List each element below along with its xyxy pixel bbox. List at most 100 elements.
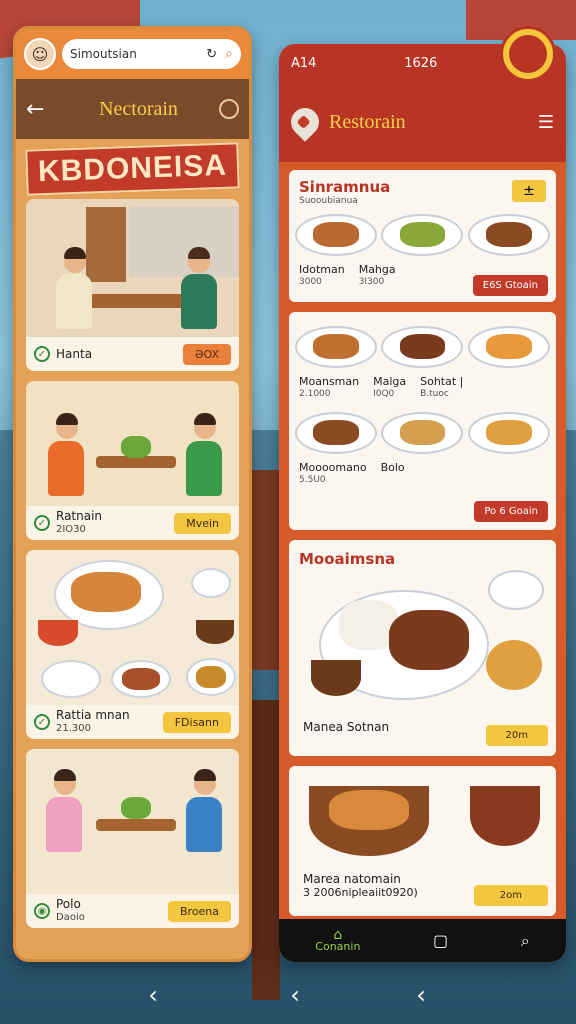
nav-search-icon[interactable]: ⌕	[521, 931, 530, 951]
check-icon: ✓	[34, 515, 50, 531]
bottom-nav: ⌂ Conanin ▢ ⌕	[279, 919, 566, 962]
section-action-button[interactable]: 2om	[473, 885, 548, 906]
status-time: 1626	[404, 55, 438, 71]
food-icon	[329, 790, 409, 830]
right-phone: A14 1626 ◆ ▌▌ Restorain ☰ Sinramnua Suoo…	[279, 44, 566, 962]
dish-image[interactable]	[467, 408, 550, 458]
status-signal: A14	[291, 55, 317, 71]
background-pier-lower	[252, 700, 280, 1000]
search-input[interactable]: Simoutsian ↻ ⌕	[62, 39, 241, 69]
bowl-icon	[311, 660, 361, 696]
menu-section: Mooaimsna Manea Sotnan 20m	[289, 540, 556, 756]
dish-name: Moansman	[299, 375, 360, 388]
dish-image[interactable]	[470, 786, 540, 846]
restaurant-card[interactable]: ✓ Ratnain 2IO30 Mvein	[26, 381, 239, 540]
card-name: Rattia mnan	[56, 708, 130, 722]
system-back-icon[interactable]: ‹	[138, 980, 168, 1010]
nav-bag-icon[interactable]: ▢	[433, 931, 448, 950]
dish-item[interactable]: Mahga 3I300	[359, 264, 396, 288]
banner-area: KBDONEISA	[16, 139, 249, 199]
card-name: Hanta	[56, 346, 93, 361]
dish-price: B.tuoc	[420, 389, 449, 399]
check-icon: ✓	[34, 714, 50, 730]
dish-price: 2.1000	[299, 389, 331, 399]
dish-item[interactable]: Moooomano 5.5U0	[299, 462, 367, 486]
nav-home[interactable]: ⌂ Conanin	[315, 926, 360, 953]
location-icon: ◉	[34, 903, 50, 919]
search-value: Simoutsian	[70, 47, 137, 61]
dish-item[interactable]: Malga I0Q0	[373, 376, 406, 400]
dish-name: Idotman	[299, 263, 345, 276]
page-title: Restorain	[329, 110, 406, 133]
dish-price: I0Q0	[373, 389, 395, 399]
check-icon: ✓	[34, 346, 50, 362]
dish-image[interactable]	[467, 210, 550, 260]
back-arrow-icon[interactable]: ←	[26, 97, 58, 122]
dish-name: Malga	[373, 375, 407, 388]
restaurant-card[interactable]: ✓ Hanta ƏOX	[26, 199, 239, 371]
dish-image[interactable]	[467, 322, 550, 372]
restaurant-banner: KBDONEISA	[25, 142, 240, 196]
plus-minus-button[interactable]: ±	[512, 180, 546, 202]
dish-name: Bolo	[380, 461, 405, 474]
card-name: Ratnain	[56, 509, 103, 523]
dish-price: 3I300	[358, 277, 385, 287]
card-action-button[interactable]: Broena	[167, 900, 231, 922]
card-price: Daoio	[56, 912, 85, 923]
left-phone: ☺ Simoutsian ↻ ⌕ ← Nectorain KBDONEISA ✓…	[13, 26, 252, 962]
restaurant-image	[26, 749, 239, 894]
menu-section: Moansman 2.1000 Malga I0Q0 Sohtat | B.tuoc …	[289, 312, 556, 530]
restaurant-card[interactable]: ✓ Rattia mnan 21.300 FDisann	[26, 550, 239, 739]
home-icon: ⌂	[333, 926, 343, 943]
section-action-button[interactable]: E6S Gtoain	[472, 275, 548, 296]
dish-price: 5.5U0	[299, 475, 326, 485]
meat-icon	[389, 610, 469, 670]
menu-list: Sinramnua Suooubianua ± Idotman 3000 Mahg…	[279, 162, 566, 919]
dish-name: Mahga	[358, 263, 396, 276]
card-action-button[interactable]: ƏOX	[182, 343, 231, 365]
dish-name: Sohtat |	[420, 375, 464, 388]
dish-item[interactable]: Moansman 2.1000	[299, 376, 359, 400]
food-image	[26, 550, 239, 705]
dish-image[interactable]	[381, 408, 464, 458]
restaurant-logo	[500, 26, 556, 82]
hamburger-menu-icon[interactable]: ☰	[538, 112, 554, 133]
restaurant-image	[26, 199, 239, 337]
card-price: 2IO30	[56, 524, 86, 535]
card-action-button[interactable]: FDisann	[162, 711, 231, 733]
system-back-icon[interactable]: ‹	[280, 980, 310, 1010]
menu-section: Sinramnua Suooubianua ± Idotman 3000 Mahg…	[289, 170, 556, 302]
restaurant-image	[26, 381, 239, 506]
background-pier	[252, 470, 280, 670]
dish-image[interactable]	[381, 322, 464, 372]
dish-image[interactable]	[295, 210, 378, 260]
card-action-button[interactable]: Mvein	[174, 512, 231, 534]
search-icon[interactable]: ⌕	[225, 46, 233, 62]
dish-item[interactable]: Sohtat | B.tuoc	[420, 376, 463, 400]
page-title: Nectorain	[99, 97, 178, 120]
section-action-button[interactable]: 20m	[485, 725, 548, 746]
search-bar: ☺ Simoutsian ↻ ⌕	[16, 29, 249, 79]
dish-price: 3 2006nipleaiit0920)	[303, 886, 418, 899]
clock-icon[interactable]	[219, 99, 239, 119]
dish-image[interactable]	[295, 408, 378, 458]
dish-name: Moooomano	[299, 461, 367, 474]
refresh-icon[interactable]: ↻	[206, 47, 217, 62]
dish-image[interactable]	[295, 322, 378, 372]
dish-item[interactable]: Idotman 3000	[299, 264, 345, 288]
dish-image[interactable]	[381, 210, 464, 260]
avatar[interactable]: ☺	[24, 38, 56, 70]
dish-image[interactable]	[488, 570, 544, 610]
app-header: Restorain ☰	[279, 82, 566, 162]
dish-info: Marea natomain 3 2006nipleaiit0920)	[303, 872, 418, 900]
map-pin-icon[interactable]	[285, 102, 325, 142]
section-title: Mooaimsna	[299, 550, 396, 568]
system-back-icon[interactable]: ‹	[406, 980, 436, 1010]
section-action-button[interactable]: Po 6 Goain	[474, 501, 548, 522]
card-price: 21.300	[56, 723, 91, 734]
app-header: ← Nectorain	[16, 79, 249, 139]
dish-image[interactable]	[486, 640, 542, 690]
card-name: Polo	[56, 897, 81, 911]
dish-item[interactable]: Bolo	[381, 462, 405, 486]
restaurant-card[interactable]: ◉ Polo Daoio Broena	[26, 749, 239, 928]
